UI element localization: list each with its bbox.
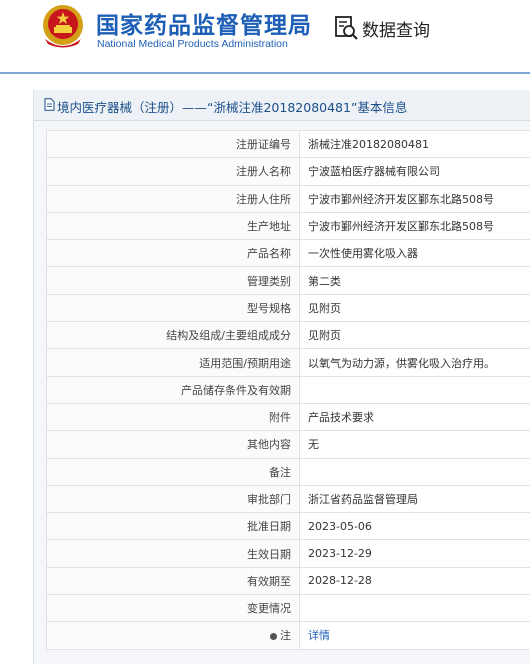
row-label: 结构及组成/主要组成成分 bbox=[46, 321, 300, 350]
note-row: 注 详情 bbox=[46, 621, 530, 650]
row-value: 宁波市鄞州经济开发区鄞东北路508号 bbox=[299, 211, 530, 241]
row-value: 以氧气为动力源，供雾化吸入治疗用。 bbox=[299, 348, 530, 377]
document-icon bbox=[44, 98, 55, 111]
table-row: 有效期至 2028-12-28 bbox=[46, 566, 530, 596]
row-label: 审批部门 bbox=[46, 484, 300, 514]
info-table: 注册证编号 浙械注准20182080481 注册人名称 宁波蓝柏医疗器械有限公司 注… bbox=[46, 129, 530, 650]
panel-title-bar: 境内医疗器械（注册）——“浙械注准20182080481”基本信息 bbox=[34, 90, 530, 121]
row-value: 宁波市鄞州经济开发区鄞东北路508号 bbox=[299, 184, 530, 213]
data-query-label: 数据查询 bbox=[362, 21, 430, 41]
row-value: 浙江省药品监督管理局 bbox=[299, 484, 530, 514]
row-label: 注册人住所 bbox=[46, 184, 300, 213]
table-row: 结构及组成/主要组成成分 见附页 bbox=[46, 321, 530, 350]
row-label: 注册证编号 bbox=[46, 129, 300, 159]
row-value: 无 bbox=[299, 430, 530, 459]
row-label: 产品名称 bbox=[46, 239, 300, 268]
row-value: 见附页 bbox=[299, 293, 530, 323]
national-emblem-icon bbox=[43, 5, 83, 48]
row-label: 备注 bbox=[46, 457, 300, 486]
row-value: 2023-12-29 bbox=[299, 539, 530, 568]
table-row: 生效日期 2023-12-29 bbox=[46, 539, 530, 568]
row-value: 产品技术要求 bbox=[299, 402, 530, 432]
row-label: 有效期至 bbox=[46, 566, 300, 596]
row-value: 浙械注准20182080481 bbox=[299, 129, 530, 159]
detail-panel: 境内医疗器械（注册）——“浙械注准20182080481”基本信息 注册证编号浙… bbox=[33, 90, 530, 664]
row-label: 注册人名称 bbox=[46, 157, 300, 186]
row-value: 2028-12-28 bbox=[299, 566, 530, 596]
bullet-icon bbox=[270, 632, 277, 640]
row-label: 管理类别 bbox=[46, 266, 300, 295]
row-value: 第二类 bbox=[299, 266, 530, 295]
row-value: 宁波蓝柏医疗器械有限公司 bbox=[299, 157, 530, 186]
note-label-cell: 注 bbox=[46, 621, 300, 650]
table-row: 产品储存条件及有效期 bbox=[46, 375, 530, 404]
row-value: 2023-05-06 bbox=[299, 512, 530, 541]
table-row: 审批部门 浙江省药品监督管理局 bbox=[46, 484, 530, 514]
row-value: 见附页 bbox=[299, 321, 530, 350]
table-row: 附件 产品技术要求 bbox=[46, 402, 530, 432]
data-search-icon bbox=[335, 16, 358, 40]
row-label: 附件 bbox=[46, 402, 300, 432]
panel-title: 境内医疗器械（注册）——“浙械注准20182080481”基本信息 bbox=[57, 100, 408, 115]
table-row: 备注 bbox=[46, 457, 530, 486]
table-row: 变更情况 bbox=[46, 594, 530, 623]
org-name-en: National Medical Products Administration bbox=[97, 38, 288, 50]
row-value bbox=[299, 594, 530, 623]
table-row: 生产地址 宁波市鄞州经济开发区鄞东北路508号 bbox=[46, 211, 530, 241]
table-row: 管理类别 第二类 bbox=[46, 266, 530, 295]
row-label: 产品储存条件及有效期 bbox=[46, 375, 300, 404]
table-row: 注册证编号 浙械注准20182080481 bbox=[46, 129, 530, 159]
table-row: 型号规格 见附页 bbox=[46, 293, 530, 323]
site-header: 国家药品监督管理局 National Medical Products Admi… bbox=[0, 0, 530, 70]
note-value-cell: 详情 bbox=[299, 621, 530, 650]
row-value: 一次性使用雾化吸入器 bbox=[299, 239, 530, 268]
row-value bbox=[299, 375, 530, 404]
row-label: 生效日期 bbox=[46, 539, 300, 568]
header-divider bbox=[0, 72, 530, 74]
row-value bbox=[299, 457, 530, 486]
table-row: 适用范围/预期用途 以氧气为动力源，供雾化吸入治疗用。 bbox=[46, 348, 530, 377]
row-label: 变更情况 bbox=[46, 594, 300, 623]
table-row: 产品名称 一次性使用雾化吸入器 bbox=[46, 239, 530, 268]
table-row: 注册人住所 宁波市鄞州经济开发区鄞东北路508号 bbox=[46, 184, 530, 213]
org-name-cn: 国家药品监督管理局 bbox=[96, 13, 312, 39]
table-row: 批准日期 2023-05-06 bbox=[46, 512, 530, 541]
table-row: 其他内容无 bbox=[46, 430, 530, 459]
row-label: 适用范围/预期用途 bbox=[46, 348, 300, 377]
row-label: 型号规格 bbox=[46, 293, 300, 323]
row-label: 生产地址 bbox=[46, 211, 300, 241]
row-label: 批准日期 bbox=[46, 512, 300, 541]
note-label: 注 bbox=[280, 629, 291, 643]
table-row: 注册人名称 宁波蓝柏医疗器械有限公司 bbox=[46, 157, 530, 186]
details-link[interactable]: 详情 bbox=[308, 629, 330, 642]
row-label: 其他内容 bbox=[46, 430, 300, 459]
